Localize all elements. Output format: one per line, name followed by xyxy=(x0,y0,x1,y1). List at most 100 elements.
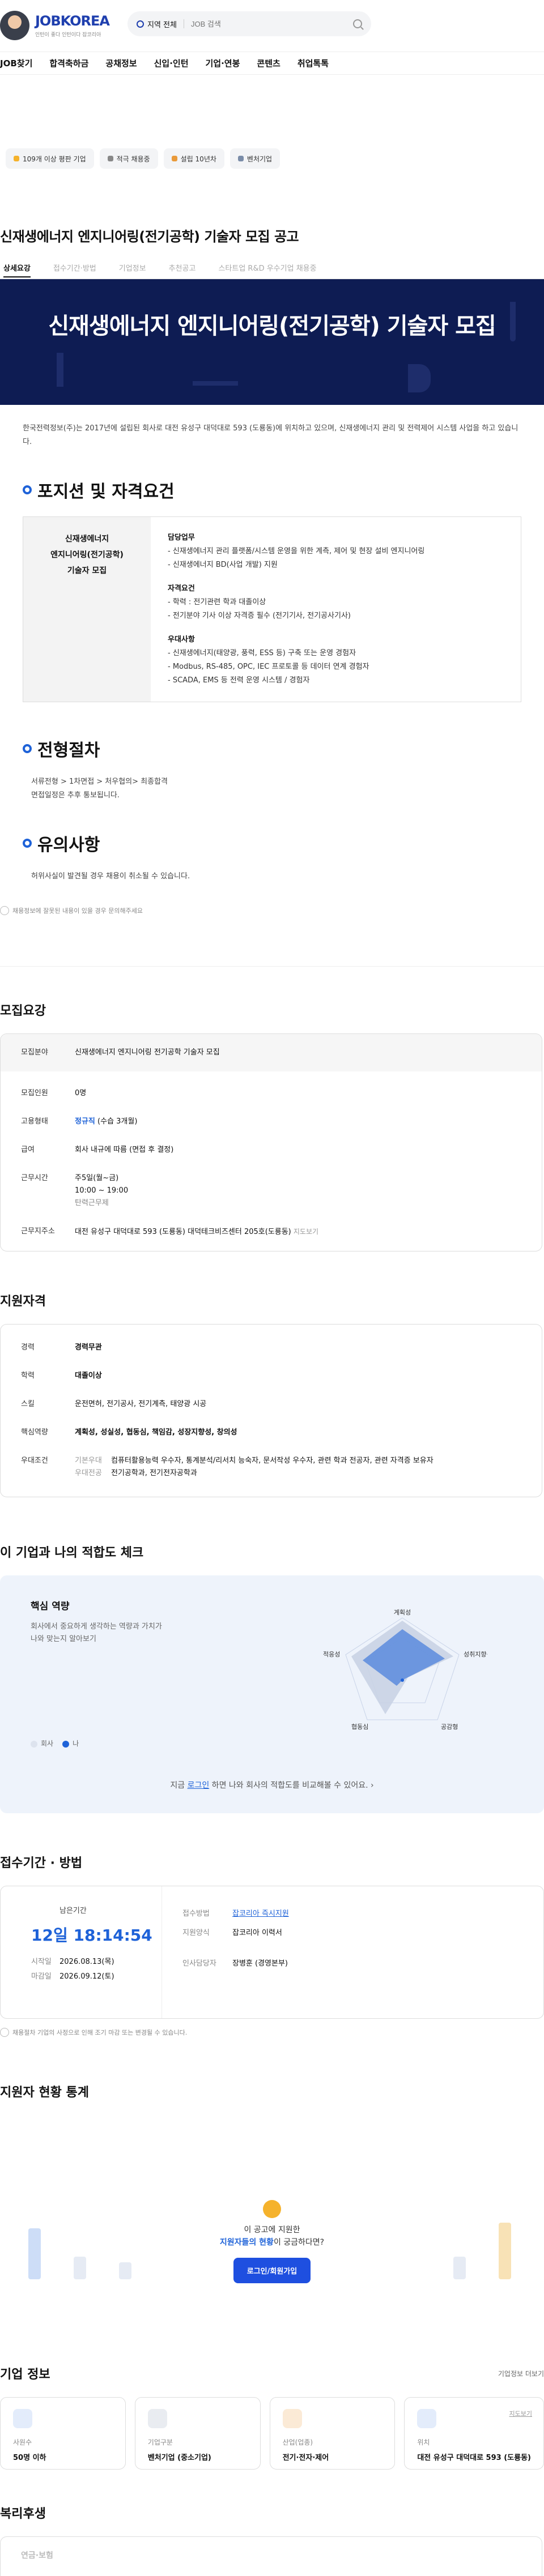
card-value: 전기·전자·제어 xyxy=(282,2454,329,2462)
deadline-timer: 남은기간 12일 18:14:54 시작일 2026.08.13(목) 마감일 20… xyxy=(1,1886,162,2018)
logo-avatar-icon xyxy=(0,11,29,40)
caution-heading: 유의사항 xyxy=(0,831,544,856)
report-note[interactable]: 채용정보에 잘못된 내용이 있을 경우 문의해주세요 xyxy=(0,906,544,967)
stats-question: 이 공고에 지원한 xyxy=(244,2225,300,2235)
card-label: 기업구분 xyxy=(147,2438,173,2446)
stats-heading: 지원자 현황 통계 xyxy=(0,2086,89,2100)
position-table: 신재생에너지 엔지니어링(전기공학) 기술자 모집 담당업무 - 신재생에너지 … xyxy=(23,516,521,702)
nav-contents[interactable]: 콘텐츠 xyxy=(257,57,280,69)
section-title: 전형절차 xyxy=(37,741,100,761)
people-icon xyxy=(13,2409,32,2428)
apply-method: 접수방법 잡코리아 즉시지원 지원양식 잡코리아 이력서 인사담당자 장병훈 (경영본… xyxy=(162,1886,543,2018)
row-label: 고용형태 xyxy=(21,1117,48,1126)
tab-startup-rnd[interactable]: 스타트업 R&D 우수기업 채용중 xyxy=(218,262,316,273)
career-row: 경력 경력무관 xyxy=(1,1334,542,1362)
remain-label: 남은기간 xyxy=(60,1907,87,1915)
section-title: 유의사항 xyxy=(37,835,100,855)
nav-public-recruit[interactable]: 공채정보 xyxy=(105,57,137,69)
detail-tabs: 상세요강 접수기간·방법 기업정보 추천공고 스타트업 R&D 우수기업 채용중 xyxy=(0,262,544,279)
core-row: 핵심역량 계획성, 성실성, 협동심, 책임감, 성장지향성, 창의성 xyxy=(1,1419,542,1447)
nav-job-search[interactable]: JOB찾기 xyxy=(0,57,32,69)
row-label: 모집분야 xyxy=(21,1048,48,1057)
preference-item: - SCADA, EMS 등 전력 운영 시스템 / 경험자 xyxy=(168,676,310,685)
prompt-text: 지금 xyxy=(170,1781,188,1790)
nav-pass-bonus[interactable]: 합격축하금 xyxy=(49,57,88,69)
map-link[interactable]: 지도보기 xyxy=(509,2409,532,2418)
row-value: 회사 내규에 따름 (면접 후 결정) xyxy=(75,1146,174,1154)
banner-decoration xyxy=(57,353,63,387)
nav-company-salary[interactable]: 기업·연봉 xyxy=(206,57,240,69)
map-link[interactable]: 지도보기 xyxy=(294,1228,318,1236)
requirements-title: 자격요건 xyxy=(168,584,195,593)
chip-label: 설립 10년차 xyxy=(180,155,216,163)
end-value: 2026.09.12(토) xyxy=(60,1972,114,1981)
pref-sub-label: 우대전공 xyxy=(75,1469,102,1477)
radar-axis-label: 공감형 xyxy=(441,1723,458,1731)
qualification-heading: 지원자격 xyxy=(0,1295,46,1309)
region-select[interactable]: 지역 전체 xyxy=(137,19,177,29)
row-label: 급여 xyxy=(21,1146,35,1154)
nav-newbie-intern[interactable]: 신입·인턴 xyxy=(154,57,189,69)
preference-item: - 신재생에너지(태양광, 풍력, ESS 등) 구축 또는 운영 경험자 xyxy=(168,649,356,657)
manager-label: 인사담당자 xyxy=(182,1959,216,1968)
chip-reputation: 109개 이상 평판 기업 xyxy=(6,148,94,169)
position-details: 담당업무 - 신재생에너지 관리 플랫폼/시스템 운영을 위한 계측, 제어 및… xyxy=(151,517,521,702)
star-icon xyxy=(14,156,19,161)
search-icon[interactable] xyxy=(353,19,362,28)
process-line: 서류전형 > 1차면접 > 처우협의> 최종합격 xyxy=(31,778,168,786)
company-card-location: 지도보기 위치 대전 유성구 대덕대로 593 (도룡동) xyxy=(404,2397,544,2470)
fit-legend: 회사 나 xyxy=(31,1738,79,1748)
section-title: 포지션 및 자격요건 xyxy=(37,482,175,502)
welfare-card: 연금·보험 xyxy=(0,2536,542,2576)
search-input[interactable] xyxy=(190,19,353,28)
card-value: 대전 유성구 대덕대로 593 (도룡동) xyxy=(417,2454,531,2462)
legend-dot xyxy=(62,1740,70,1748)
preferences-title: 우대사항 xyxy=(168,635,195,644)
report-note-text: 채용정보에 잘못된 내용이 있을 경우 문의해주세요 xyxy=(12,907,143,915)
chip-label: 적극 채용중 xyxy=(116,155,150,163)
summary-type-row: 고용형태 정규직 (수습 3개월) xyxy=(1,1108,542,1136)
row-value: 대전 유성구 대덕대로 593 (도룡동) 대덕테크비즈센터 205호(도룡동) xyxy=(75,1228,291,1236)
tab-recommend[interactable]: 추천공고 xyxy=(169,262,196,273)
company-card-employees: 사원수 50명 이하 xyxy=(0,2397,126,2470)
qualification-card: 경력 경력무관 학력 대졸이상 스킬 운전면허, 전기공사, 전기계측, 태양광 시공… xyxy=(0,1324,542,1497)
card-label: 산업(업종) xyxy=(282,2438,313,2446)
login-link[interactable]: 로그인 xyxy=(188,1781,210,1790)
fit-title: 핵심 역량 xyxy=(31,1601,70,1612)
tab-apply-method[interactable]: 접수기간·방법 xyxy=(53,262,96,273)
legend-company: 회사 xyxy=(31,1738,53,1748)
process-heading: 전형절차 xyxy=(0,736,544,761)
company-chips: 109개 이상 평판 기업 적극 채용중 설립 10년차 벤처기업 xyxy=(0,148,544,169)
position-heading: 포지션 및 자격요건 xyxy=(0,477,544,502)
pref-row: 우대조건 기본우대 컴퓨터활용능력 우수자, 통계분석/리서치 능숙자, 문서작성… xyxy=(1,1447,542,1488)
row-label: 스킬 xyxy=(21,1400,35,1408)
row-value: 계획성, 성실성, 협동심, 책임감, 성장지향성, 창의성 xyxy=(75,1428,237,1437)
welfare-category: 연금·보험 xyxy=(21,2551,53,2560)
apply-link[interactable]: 잡코리아 즉시지원 xyxy=(232,1904,289,1924)
deadline-note-text: 채용절차 기업의 사정으로 인해 조기 마감 또는 변경될 수 있습니다. xyxy=(12,2029,188,2036)
tab-detail[interactable]: 상세요강 xyxy=(3,262,31,277)
row-label: 우대조건 xyxy=(21,1456,48,1465)
stats-area: 이 공고에 지원한 지원자들의 현황이 궁금하다면? 로그인/회원가입 xyxy=(0,2115,544,2342)
chip-label: 109개 이상 평판 기업 xyxy=(23,155,86,163)
manager-value: 장병훈 (경영본부) xyxy=(232,1959,288,1968)
radar-axis-label: 성취지향성 xyxy=(464,1651,487,1658)
legend-me: 나 xyxy=(62,1738,79,1748)
tab-company-info[interactable]: 기업정보 xyxy=(119,262,146,273)
row-label: 모집인원 xyxy=(21,1089,48,1097)
end-label: 마감일 xyxy=(31,1972,52,1981)
row-label: 학력 xyxy=(21,1372,35,1380)
login-signup-button[interactable]: 로그인/회원가입 xyxy=(233,2258,311,2283)
row-value: 대졸이상 xyxy=(75,1372,102,1380)
handshake-icon xyxy=(107,156,113,161)
banner-decoration xyxy=(193,381,238,386)
requirement-item: - 학력 : 전기관련 학과 대졸이상 xyxy=(168,598,266,606)
row-label: 근무지주소 xyxy=(21,1227,55,1236)
summary-hours-row: 근무시간 주5일(월~금) 10:00 ~ 19:00 탄력근무제 xyxy=(1,1164,542,1217)
logo-text: JOBKOREA xyxy=(35,13,110,29)
stats-login-overlay: 이 공고에 지원한 지원자들의 현황이 궁금하다면? 로그인/회원가입 xyxy=(0,2200,544,2283)
company-more-link[interactable]: 기업정보 더보기 xyxy=(498,2369,544,2378)
nav-talk[interactable]: 취업톡톡 xyxy=(298,57,329,69)
row-label: 근무시간 xyxy=(21,1174,48,1182)
jobkorea-logo[interactable]: JOBKOREA 인턴이 좋다 인턴이다 잡코리아 xyxy=(0,3,119,48)
